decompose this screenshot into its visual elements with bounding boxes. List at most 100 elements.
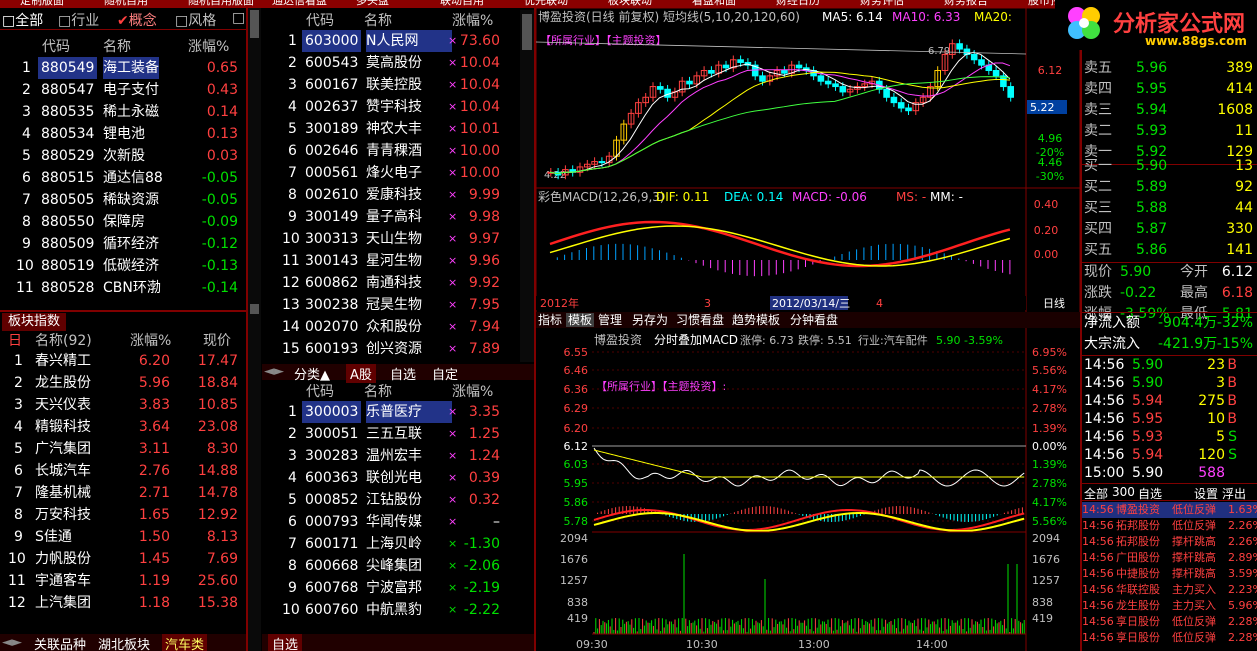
- alert-row[interactable]: 14:56拓邦股份撑杆跳高 2.26%: [1082, 534, 1257, 550]
- table-row[interactable]: 1 603000 N人民网 × 73.60: [262, 30, 520, 52]
- tab-style[interactable]: □风格: [175, 10, 216, 30]
- tab-related[interactable]: 关联品种: [34, 634, 86, 651]
- alert-row[interactable]: 14:56享日股份低位反弹 2.28%: [1082, 630, 1257, 646]
- col-price[interactable]: 现价: [203, 330, 231, 352]
- table-row[interactable]: 6 002646 青青稞酒 × 10.00: [262, 140, 520, 162]
- table-row[interactable]: 4 880534 锂电池 0.13: [0, 123, 246, 145]
- table-row[interactable]: 3 天兴仪表 3.83 10.85: [0, 394, 246, 416]
- alert-row[interactable]: 14:56华联控股主力买入 2.23%: [1082, 582, 1257, 598]
- table-row[interactable]: 2 600543 莫高股份 × 10.04: [262, 52, 520, 74]
- col-name[interactable]: 名称: [103, 36, 131, 58]
- table-row[interactable]: 9 300149 量子高科 × 9.98: [262, 206, 520, 228]
- menu-item[interactable]: 财经日历: [776, 0, 820, 8]
- tab-concept[interactable]: ✔概念: [117, 10, 157, 30]
- table-row[interactable]: 10 880519 低碳经济 -0.13: [0, 255, 246, 277]
- table-row[interactable]: 6 880515 通达信88 -0.05: [0, 167, 246, 189]
- table-row[interactable]: 8 880550 保障房 -0.09: [0, 211, 246, 233]
- table-row[interactable]: 11 880528 CBN环渤 -0.14: [0, 277, 246, 299]
- table-row[interactable]: 1 春兴精工 6.20 17.47: [0, 350, 246, 372]
- table-row[interactable]: 7 880505 稀缺资源 -0.05: [0, 189, 246, 211]
- tab-industry[interactable]: □行业: [58, 10, 99, 30]
- scroll-down-icon[interactable]: [250, 304, 259, 314]
- chart-area[interactable]: 博盈投资(日线 前复权) 短均线(5,10,20,120,60) MA5: 6.1…: [536, 8, 1082, 651]
- left-scrollbar[interactable]: [248, 8, 261, 651]
- menu-item[interactable]: 随机自用: [104, 0, 148, 8]
- menu-item[interactable]: 多头盘: [356, 0, 389, 8]
- menu-item[interactable]: 财务报告: [944, 0, 988, 8]
- col-name[interactable]: 名称: [364, 10, 392, 32]
- table-row[interactable]: 15 600193 创兴资源 × 7.89: [262, 338, 520, 360]
- table-row[interactable]: 2 300051 三五互联 × 1.25: [262, 423, 520, 445]
- tab-watchlist-bottom[interactable]: 自选: [268, 634, 303, 651]
- col-code[interactable]: 代码: [306, 381, 334, 403]
- table-row[interactable]: 11 宇通客车 1.19 25.60: [0, 570, 246, 592]
- table-row[interactable]: 11 300143 星河生物 × 9.96: [262, 250, 520, 272]
- table-row[interactable]: 9 S佳通 1.50 8.13: [0, 526, 246, 548]
- col-change[interactable]: 涨幅%: [452, 381, 493, 403]
- menu-item[interactable]: 财务评估: [860, 0, 904, 8]
- col-change[interactable]: 涨幅%: [188, 36, 229, 58]
- table-row[interactable]: 13 300238 冠昊生物 × 7.95: [262, 294, 520, 316]
- rank-scrollbar[interactable]: [520, 10, 534, 362]
- alert-tab[interactable]: 300: [1112, 485, 1135, 499]
- table-row[interactable]: 5 广汽集团 3.11 8.30: [0, 438, 246, 460]
- table-row[interactable]: 1 880549 海工装备 0.65: [0, 57, 246, 79]
- table-row[interactable]: 9 600768 宁波富邦 × -2.19: [262, 577, 520, 599]
- table-row[interactable]: 10 600760 中航黑豹 × -2.22: [262, 599, 520, 621]
- scroll-thumb[interactable]: [250, 10, 259, 38]
- table-row[interactable]: 7 000561 烽火电子 × 10.00: [262, 162, 520, 184]
- menu-item[interactable]: 联动自用: [440, 0, 484, 8]
- alert-tab[interactable]: 浮出: [1222, 485, 1246, 502]
- col-name[interactable]: 名称: [364, 381, 392, 403]
- table-row[interactable]: 3 880535 稀土永磁 0.14: [0, 101, 246, 123]
- tab-prev[interactable]: ◄►: [2, 635, 22, 650]
- col-code[interactable]: 代码: [42, 36, 70, 58]
- table-row[interactable]: 8 002610 爱康科技 × 9.99: [262, 184, 520, 206]
- menu-item[interactable]: 随机自用版面: [188, 0, 254, 8]
- table-row[interactable]: 2 880547 电子支付 0.43: [0, 79, 246, 101]
- table-row[interactable]: 8 万安科技 1.65 12.92: [0, 504, 246, 526]
- alert-tab[interactable]: 自选: [1138, 485, 1162, 502]
- alert-tab[interactable]: 全部: [1084, 485, 1108, 502]
- table-row[interactable]: 1 300003 乐普医疗 × 3.35: [262, 401, 520, 423]
- alert-row[interactable]: 14:56拓邦股份低位反弹 2.26%: [1082, 518, 1257, 534]
- scroll-thumb[interactable]: [522, 14, 532, 50]
- col-code[interactable]: 代码: [306, 10, 334, 32]
- table-row[interactable]: 5 880529 次新股 0.03: [0, 145, 246, 167]
- tab-more[interactable]: □: [232, 10, 245, 26]
- tab-all[interactable]: □全部: [2, 10, 43, 30]
- table-row[interactable]: 14 002070 众和股份 × 7.94: [262, 316, 520, 338]
- table-row[interactable]: 6 000793 华闻传媒 × –: [262, 511, 520, 533]
- table-row[interactable]: 4 002637 赞宇科技 × 10.04: [262, 96, 520, 118]
- tab-prev[interactable]: ◄►: [264, 364, 284, 379]
- table-row[interactable]: 4 精锻科技 3.64 23.08: [0, 416, 246, 438]
- tab-hubei[interactable]: 湖北板块: [98, 634, 150, 651]
- menu-item[interactable]: 看盘和面: [692, 0, 736, 8]
- table-row[interactable]: 12 上汽集团 1.18 15.38: [0, 592, 246, 614]
- menu-item[interactable]: 优先联动: [524, 0, 568, 8]
- table-row[interactable]: 3 600167 联美控股 × 10.04: [262, 74, 520, 96]
- alert-row[interactable]: 14:56中捷股份撑杆跳高 3.59%: [1082, 566, 1257, 582]
- alert-row[interactable]: 14:56博盈投资低位反弹 1.63%: [1082, 502, 1257, 518]
- table-row[interactable]: 5 300189 神农大丰 × 10.01: [262, 118, 520, 140]
- table-row[interactable]: 5 000852 江钻股份 × 0.32: [262, 489, 520, 511]
- alert-row[interactable]: 14:56广田股份撑杆跳高 2.89%: [1082, 550, 1257, 566]
- menu-item[interactable]: 板块联动: [608, 0, 652, 8]
- table-row[interactable]: 10 300313 天山生物 × 9.97: [262, 228, 520, 250]
- table-row[interactable]: 9 880509 循环经济 -0.12: [0, 233, 246, 255]
- table-row[interactable]: 10 力帆股份 1.45 7.69: [0, 548, 246, 570]
- alert-row[interactable]: 14:56龙生股份主力买入 5.96%: [1082, 598, 1257, 614]
- alert-row[interactable]: 14:56享日股份低位反弹 2.28%: [1082, 614, 1257, 630]
- col-change[interactable]: 涨幅%: [452, 10, 493, 32]
- menu-item[interactable]: 通达信看盘: [272, 0, 327, 8]
- table-row[interactable]: 2 龙生股份 5.96 18.84: [0, 372, 246, 394]
- table-row[interactable]: 12 600862 南通科技 × 9.92: [262, 272, 520, 294]
- col-change[interactable]: 涨幅%: [130, 330, 171, 352]
- table-row[interactable]: 4 600363 联创光电 × 0.39: [262, 467, 520, 489]
- menu-item[interactable]: 定制版面: [20, 0, 64, 8]
- table-row[interactable]: 7 隆基机械 2.71 14.78: [0, 482, 246, 504]
- tab-auto[interactable]: 汽车类: [162, 634, 208, 651]
- table-row[interactable]: 7 600171 上海贝岭 × -1.30: [262, 533, 520, 555]
- col-name[interactable]: 名称(92): [35, 330, 92, 352]
- table-row[interactable]: 8 600668 尖峰集团 × -2.06: [262, 555, 520, 577]
